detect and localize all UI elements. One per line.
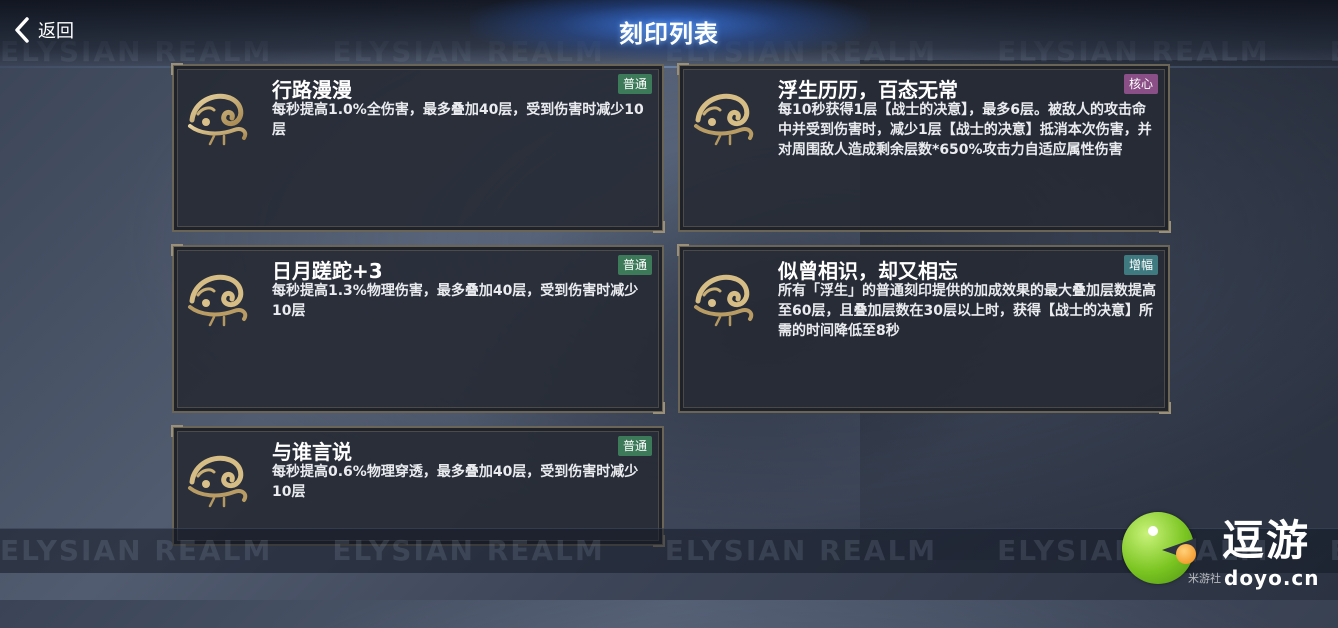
- stigma-card[interactable]: 行路漫漫 普通 每秒提高1.0%全伤害，最多叠加40层，受到伤害时减少10层: [171, 63, 665, 233]
- card-title: 似曾相识，却又相忘: [778, 259, 958, 283]
- rarity-badge: 普通: [617, 436, 652, 456]
- stigma-card[interactable]: 浮生历历，百态无常 核心 每10秒获得1层【战士的决意】，最多6层。被敌人的攻击…: [677, 63, 1171, 233]
- card-description: 所有「浮生」的普通刻印提供的加成效果的最大叠加层数提高至60层，且叠加层数在30…: [778, 283, 1156, 339]
- card-description: 每秒提高1.0%全伤害，最多叠加40层，受到伤害时减少10层: [272, 102, 644, 138]
- logo-subtext: 米游社: [1188, 572, 1221, 585]
- watermark-text: ELYSIAN REALM: [0, 534, 273, 567]
- page-title: 刻印列表: [619, 20, 719, 48]
- site-logo: 米游社 逗游 doyo.cn: [1118, 508, 1338, 600]
- gold-dragon-emblem-icon: [184, 448, 254, 508]
- card-title: 行路漫漫: [272, 78, 352, 102]
- back-label: 返回: [38, 21, 74, 42]
- header-bar: 刻印列表 返回: [0, 0, 1338, 68]
- gold-dragon-emblem-icon: [184, 86, 254, 146]
- chevron-left-icon: [14, 17, 30, 43]
- card-title: 浮生历历，百态无常: [778, 78, 958, 102]
- card-description: 每秒提高0.6%物理穿透，最多叠加40层，受到伤害时减少10层: [272, 464, 639, 500]
- logo-url-text: doyo.cn: [1224, 566, 1320, 590]
- logo-chinese-text: 逗游: [1222, 516, 1311, 565]
- gold-dragon-emblem-icon: [184, 267, 254, 327]
- card-title: 与谁言说: [272, 440, 352, 464]
- watermark-text: ELYSIAN REALM: [332, 534, 605, 567]
- rarity-badge: 普通: [617, 74, 652, 94]
- card-description: 每秒提高1.3%物理伤害，最多叠加40层，受到伤害时减少10层: [272, 283, 639, 319]
- rarity-badge: 普通: [617, 255, 652, 275]
- rarity-badge: 增幅: [1123, 255, 1158, 275]
- watermark-text: ELYSIAN REALM: [664, 534, 938, 567]
- logo-eye: [1148, 526, 1158, 536]
- gold-dragon-emblem-icon: [690, 267, 760, 327]
- rarity-badge: 核心: [1123, 74, 1158, 94]
- gold-dragon-emblem-icon: [690, 86, 760, 146]
- logo-dot: [1176, 544, 1196, 564]
- back-button[interactable]: 返回: [14, 16, 74, 44]
- card-title: 日月蹉跎+3: [272, 259, 383, 283]
- stigma-card[interactable]: 似曾相识，却又相忘 增幅 所有「浮生」的普通刻印提供的加成效果的最大叠加层数提高…: [677, 244, 1171, 414]
- stigma-card[interactable]: 日月蹉跎+3 普通 每秒提高1.3%物理伤害，最多叠加40层，受到伤害时减少10…: [171, 244, 665, 414]
- card-description: 每10秒获得1层【战士的决意】，最多6层。被敌人的攻击命中并受到伤害时，减少1层…: [778, 102, 1152, 158]
